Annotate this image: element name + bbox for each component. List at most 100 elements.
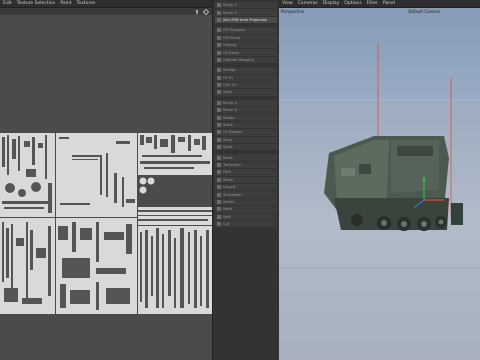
command-item[interactable]: Straighten — [215, 191, 277, 198]
command-item[interactable]: Fit UV — [215, 74, 277, 81]
command-label: Move — [223, 155, 233, 160]
uv-island[interactable] — [56, 218, 137, 314]
command-item[interactable]: Layout — [215, 183, 277, 191]
command-list: Mirror U Mirror V Set UVW from Projection U… — [215, 2, 277, 228]
vp-menu-display[interactable]: Display — [323, 1, 340, 6]
command-icon — [217, 83, 221, 88]
command-item[interactable]: Scale — [215, 144, 277, 151]
vp-menu-options[interactable]: Options — [344, 1, 361, 6]
viewport-menubar: View Cameras Display Options Filter Pane… — [279, 0, 480, 8]
command-label: Optimal Mapping — [223, 57, 254, 62]
command-icon — [217, 177, 221, 182]
command-icon — [217, 115, 221, 120]
command-label: Stack — [223, 123, 233, 128]
vehicle-model[interactable] — [324, 136, 463, 231]
command-item[interactable]: Mirror U — [215, 99, 277, 107]
command-label: Cut — [223, 222, 230, 227]
uv-island[interactable] — [138, 133, 212, 175]
uv-island[interactable] — [56, 133, 137, 217]
command-item[interactable]: Select — [215, 198, 277, 206]
uv-island[interactable] — [0, 133, 55, 217]
command-item[interactable]: Stack — [215, 121, 277, 129]
command-icon — [217, 214, 221, 219]
command-icon — [217, 130, 221, 135]
command-icon — [217, 192, 221, 197]
command-label: Relax — [223, 177, 233, 182]
uv-island[interactable] — [0, 218, 55, 314]
command-icon — [217, 170, 221, 175]
command-label: Rotate — [223, 115, 235, 120]
vp-menu-filter[interactable]: Filter — [367, 1, 378, 6]
command-item[interactable]: Set UVW from Projection — [215, 16, 277, 24]
uv-menu-texture-selection[interactable]: Texture Selection — [17, 1, 56, 6]
vp-menu-panel[interactable]: Panel — [383, 1, 395, 6]
command-label: Mirror V — [223, 108, 238, 113]
command-icon — [217, 10, 221, 15]
command-label: Grid UV — [223, 83, 237, 88]
command-item[interactable]: Rotate — [215, 114, 277, 121]
command-icon — [217, 100, 221, 105]
command-icon — [217, 68, 221, 73]
command-item[interactable]: UV Ranges — [215, 129, 277, 136]
command-label: UV Points — [223, 35, 241, 40]
uv-island[interactable] — [138, 226, 212, 314]
uv-menu-edit[interactable]: Edit — [3, 1, 12, 6]
command-item[interactable]: Mirror V — [215, 9, 277, 16]
command-item[interactable]: Move — [215, 154, 277, 161]
viewport-panel: View Cameras Display Options Filter Pane… — [279, 0, 480, 360]
command-item[interactable]: UV Polygons — [215, 27, 277, 34]
command-icon — [217, 155, 221, 160]
command-item[interactable]: Mirror V — [215, 107, 277, 114]
command-label: Weld — [223, 207, 232, 212]
command-item[interactable]: UV Relax — [215, 49, 277, 56]
command-icon — [217, 108, 221, 113]
command-label: Pack — [223, 170, 232, 175]
command-label: UV Ranges — [223, 130, 243, 135]
uv-menu-textures[interactable]: Textures — [77, 1, 96, 6]
uv-island[interactable] — [138, 207, 212, 225]
command-label: Realign — [223, 68, 237, 73]
uv-island[interactable] — [138, 176, 158, 204]
command-label: Snap — [223, 137, 233, 142]
command-item[interactable]: Mirror U — [215, 2, 277, 9]
command-item[interactable]: Pack — [215, 169, 277, 176]
3d-viewport[interactable]: Perspective Default Camera — [279, 8, 480, 360]
command-item[interactable]: Weld — [215, 206, 277, 213]
command-icon — [217, 3, 221, 8]
uv-menu-paint[interactable]: Paint — [60, 1, 71, 6]
command-icon — [217, 185, 221, 190]
command-icon — [217, 28, 221, 33]
command-label: Select — [223, 199, 235, 204]
command-label: Fit UV — [223, 75, 234, 80]
command-item[interactable]: Transform — [215, 161, 277, 169]
command-item[interactable]: Unwrap — [215, 41, 277, 49]
uv-canvas[interactable] — [0, 15, 212, 360]
command-item[interactable]: Relax — [215, 176, 277, 183]
command-item[interactable]: UV Points — [215, 34, 277, 41]
command-label: UV Relax — [223, 50, 240, 55]
command-icon — [217, 137, 221, 142]
command-label: UV Polygons — [223, 28, 246, 33]
command-panel: Mirror U Mirror V Set UVW from Projection U… — [212, 0, 280, 360]
vp-menu-cameras[interactable]: Cameras — [298, 1, 318, 6]
command-item[interactable]: Align — [215, 89, 277, 96]
command-item[interactable]: Optimal Mapping — [215, 56, 277, 64]
command-icon — [217, 35, 221, 40]
command-icon — [217, 90, 221, 95]
command-icon — [217, 199, 221, 204]
command-icon — [217, 123, 221, 128]
command-label: Mirror V — [223, 10, 238, 15]
command-item[interactable]: Realign — [215, 67, 277, 74]
command-icon — [217, 17, 221, 22]
command-item[interactable]: Split — [215, 213, 277, 220]
command-icon — [217, 145, 221, 150]
command-label: Layout — [223, 185, 236, 190]
command-item[interactable]: Grid UV — [215, 81, 277, 89]
command-item[interactable]: Snap — [215, 136, 277, 144]
vp-menu-view[interactable]: View — [282, 1, 293, 6]
command-label: Set UVW from Projection — [223, 17, 268, 22]
command-label: Straighten — [223, 192, 242, 197]
command-icon — [217, 222, 221, 227]
command-icon — [217, 57, 221, 62]
command-item[interactable]: Cut — [215, 220, 277, 228]
